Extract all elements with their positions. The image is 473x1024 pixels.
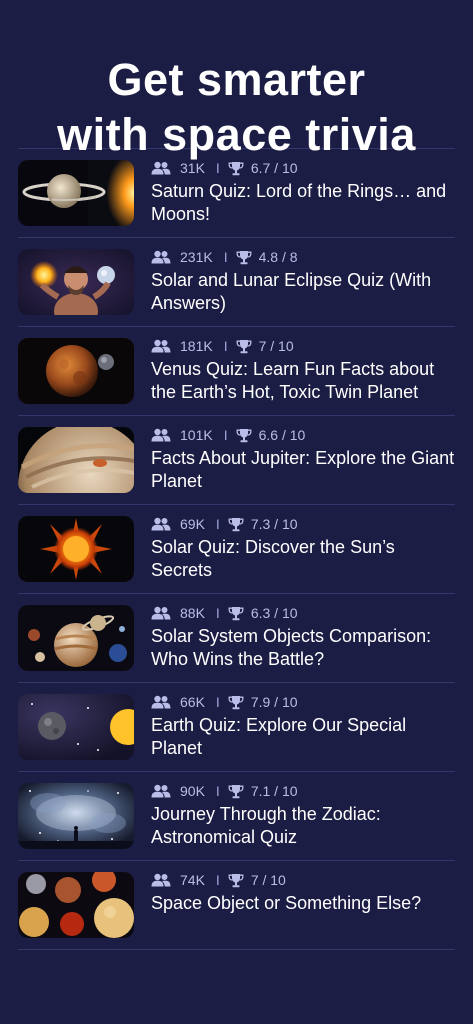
trophy-icon: [236, 339, 252, 353]
meta-separator: I: [215, 160, 220, 176]
quiz-info: 231K I 4.8 / 8 Solar and Lunar Eclipse Q…: [151, 249, 455, 314]
meta-separator: I: [215, 605, 220, 621]
quiz-meta: 74K I 7 / 10: [151, 871, 455, 889]
player-count: 31K: [180, 160, 205, 176]
users-icon: [151, 161, 171, 175]
quiz-info: 74K I 7 / 10 Space Object or Something E…: [151, 872, 455, 915]
meta-separator: I: [215, 783, 220, 799]
quiz-info: 66K I 7.9 / 10 Earth Quiz: Explore Our S…: [151, 694, 455, 759]
title-line-2: with space trivia: [57, 109, 416, 160]
users-icon: [151, 784, 171, 798]
users-icon: [151, 339, 171, 353]
quiz-title[interactable]: Journey Through the Zodiac: Astronomical…: [151, 803, 455, 848]
quiz-item[interactable]: 90K I 7.1 / 10 Journey Through the Zodia…: [18, 772, 455, 861]
player-count: 74K: [180, 872, 205, 888]
quiz-info: 88K I 6.3 / 10 Solar System Objects Comp…: [151, 605, 455, 670]
quiz-item[interactable]: 31K I 6.7 / 10 Saturn Quiz: Lord of the …: [18, 149, 455, 238]
users-icon: [151, 873, 171, 887]
zodiac-thumbnail[interactable]: [18, 783, 134, 849]
quiz-info: 90K I 7.1 / 10 Journey Through the Zodia…: [151, 783, 455, 848]
rating: 7.1 / 10: [250, 783, 298, 799]
quiz-meta: 69K I 7.3 / 10: [151, 515, 455, 533]
trophy-icon: [236, 250, 252, 264]
player-count: 88K: [180, 605, 205, 621]
meta-separator: I: [223, 249, 228, 265]
space-objects-thumbnail[interactable]: [18, 872, 134, 938]
trophy-icon: [228, 606, 244, 620]
trophy-icon: [228, 784, 244, 798]
quiz-title[interactable]: Facts About Jupiter: Explore the Giant P…: [151, 447, 455, 492]
trophy-icon: [228, 873, 244, 887]
quiz-title[interactable]: Solar and Lunar Eclipse Quiz (With Answe…: [151, 269, 455, 314]
quiz-meta: 231K I 4.8 / 8: [151, 248, 455, 266]
meta-separator: I: [223, 338, 228, 354]
saturn-thumbnail[interactable]: [18, 160, 134, 226]
rating: 6.7 / 10: [250, 160, 298, 176]
quiz-item[interactable]: 88K I 6.3 / 10 Solar System Objects Comp…: [18, 594, 455, 683]
rating: 4.8 / 8: [258, 249, 298, 265]
earth-thumbnail[interactable]: [18, 694, 134, 760]
quiz-meta: 88K I 6.3 / 10: [151, 604, 455, 622]
rating: 6.6 / 10: [258, 427, 306, 443]
trophy-icon: [228, 695, 244, 709]
quiz-info: 181K I 7 / 10 Venus Quiz: Learn Fun Fact…: [151, 338, 455, 403]
quiz-item[interactable]: 69K I 7.3 / 10 Solar Quiz: Discover the …: [18, 505, 455, 594]
meta-separator: I: [215, 872, 220, 888]
quiz-title[interactable]: Earth Quiz: Explore Our Special Planet: [151, 714, 455, 759]
page-title: Get smarter with space trivia: [0, 0, 473, 160]
quiz-title[interactable]: Space Object or Something Else?: [151, 892, 455, 915]
quiz-item[interactable]: 66K I 7.9 / 10 Earth Quiz: Explore Our S…: [18, 683, 455, 772]
quiz-info: 69K I 7.3 / 10 Solar Quiz: Discover the …: [151, 516, 455, 581]
quiz-meta: 181K I 7 / 10: [151, 337, 455, 355]
trophy-icon: [228, 517, 244, 531]
quiz-meta: 66K I 7.9 / 10: [151, 693, 455, 711]
player-count: 181K: [180, 338, 213, 354]
meta-separator: I: [215, 516, 220, 532]
users-icon: [151, 428, 171, 442]
users-icon: [151, 695, 171, 709]
quiz-title[interactable]: Solar Quiz: Discover the Sun’s Secrets: [151, 536, 455, 581]
quiz-info: 101K I 6.6 / 10 Facts About Jupiter: Exp…: [151, 427, 455, 492]
users-icon: [151, 250, 171, 264]
users-icon: [151, 517, 171, 531]
quiz-info: 31K I 6.7 / 10 Saturn Quiz: Lord of the …: [151, 160, 455, 225]
users-icon: [151, 606, 171, 620]
quiz-meta: 90K I 7.1 / 10: [151, 782, 455, 800]
quiz-item[interactable]: 231K I 4.8 / 8 Solar and Lunar Eclipse Q…: [18, 238, 455, 327]
rating: 7.9 / 10: [250, 694, 298, 710]
quiz-title[interactable]: Solar System Objects Comparison: Who Win…: [151, 625, 455, 670]
quiz-meta: 31K I 6.7 / 10: [151, 159, 455, 177]
rating: 7 / 10: [250, 872, 286, 888]
player-count: 66K: [180, 694, 205, 710]
meta-separator: I: [223, 427, 228, 443]
sun-thumbnail[interactable]: [18, 516, 134, 582]
quiz-title[interactable]: Venus Quiz: Learn Fun Facts about the Ea…: [151, 358, 455, 403]
quiz-title[interactable]: Saturn Quiz: Lord of the Rings… and Moon…: [151, 180, 455, 225]
quiz-item[interactable]: 181K I 7 / 10 Venus Quiz: Learn Fun Fact…: [18, 327, 455, 416]
rating: 6.3 / 10: [250, 605, 298, 621]
trophy-icon: [228, 161, 244, 175]
venus-thumbnail[interactable]: [18, 338, 134, 404]
player-count: 231K: [180, 249, 213, 265]
player-count: 69K: [180, 516, 205, 532]
quiz-list: 31K I 6.7 / 10 Saturn Quiz: Lord of the …: [18, 148, 455, 950]
quiz-item[interactable]: 74K I 7 / 10 Space Object or Something E…: [18, 861, 455, 950]
player-count: 90K: [180, 783, 205, 799]
meta-separator: I: [215, 694, 220, 710]
player-count: 101K: [180, 427, 213, 443]
rating: 7.3 / 10: [250, 516, 298, 532]
eclipse-thumbnail[interactable]: [18, 249, 134, 315]
title-line-1: Get smarter: [107, 54, 366, 105]
trophy-icon: [236, 428, 252, 442]
quiz-meta: 101K I 6.6 / 10: [151, 426, 455, 444]
solar-system-thumbnail[interactable]: [18, 605, 134, 671]
quiz-item[interactable]: 101K I 6.6 / 10 Facts About Jupiter: Exp…: [18, 416, 455, 505]
rating: 7 / 10: [258, 338, 294, 354]
jupiter-thumbnail[interactable]: [18, 427, 134, 493]
